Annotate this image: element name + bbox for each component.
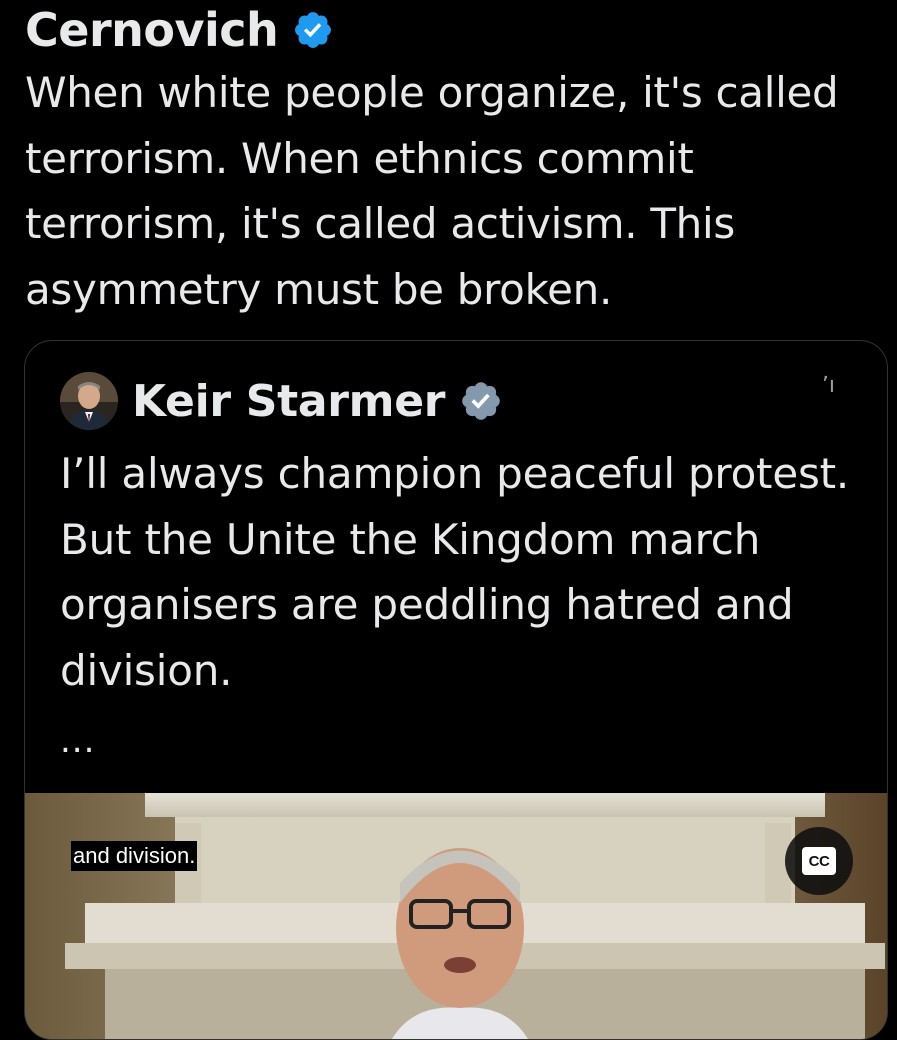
avatar[interactable] <box>60 372 118 430</box>
show-more-ellipsis[interactable]: ... <box>60 721 95 761</box>
verified-badge-icon[interactable] <box>292 9 334 51</box>
quoted-tweet-card[interactable]: Keir Starmer ʼı I’ll always champion pea… <box>24 340 888 1040</box>
verified-badge-grey-icon[interactable] <box>459 379 503 423</box>
quoted-tweet-header: Keir Starmer <box>60 371 503 431</box>
cc-icon: CC <box>802 847 836 875</box>
cc-button[interactable]: CC <box>785 827 853 895</box>
video-frame <box>25 793 887 1039</box>
quoted-author-name[interactable]: Keir Starmer <box>132 376 445 427</box>
quoted-tweet-text: I’ll always champion peaceful protest. B… <box>60 449 850 695</box>
more-glyph: ʼı <box>821 373 835 398</box>
author-name[interactable]: Cernovich <box>25 3 279 57</box>
tweet-text: When white people organize, it's called … <box>25 68 839 314</box>
tweet-author-row: Cernovich <box>25 2 334 58</box>
video-player[interactable]: and division. CC <box>25 793 887 1039</box>
video-caption: and division. <box>71 841 198 871</box>
